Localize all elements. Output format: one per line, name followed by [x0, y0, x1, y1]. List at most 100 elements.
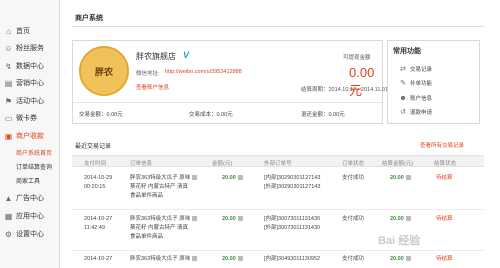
watermark: Bai 经验 [378, 235, 421, 247]
settle-amount: 20.00 [390, 215, 411, 224]
settle-tag-icon [405, 216, 411, 222]
table-header: 支付时间 订单信息 金额(元) 外部订单号 订单状态 结算金额(元) 结算状态 [72, 155, 484, 167]
order-status: 支付成功 [342, 216, 365, 222]
settle-status[interactable]: 待结算 [436, 174, 453, 183]
order-amount: 20.00 [222, 255, 243, 264]
sidebar-item-apps[interactable]: ▦ 应用中心 [4, 211, 44, 221]
user-icon: ☺ [4, 43, 13, 53]
sidebar-item-label: 设置中心 [16, 231, 44, 238]
view-all-transactions-link[interactable]: 查看所有交易记录 [420, 141, 464, 149]
shop-logo-text: 胖农 [94, 66, 113, 77]
doc-icon: ▤ [4, 78, 13, 88]
column-header: 订单状态 [342, 161, 365, 167]
shop-url-link[interactable]: http://weibo.com/u/3953412888 [165, 69, 242, 75]
sidebar-item-label: 营销中心 [16, 80, 44, 87]
table-row: 2014-10-27 胖农363特级大瓜子 原味 20.00 [内部]30493… [72, 252, 484, 268]
settlement-period: 结算周期：2014.10.17 - 2014.11.01 [301, 87, 389, 93]
func-transactions[interactable]: ⇄ 交易记录 [399, 65, 432, 73]
item-tag-icon [192, 256, 198, 262]
sidebar-item-marketing[interactable]: ▤ 营销中心 [4, 78, 44, 88]
ad-icon: ▲ [4, 193, 13, 203]
column-header: 金额(元) [212, 161, 233, 167]
exchange-icon: ⇄ [400, 66, 406, 73]
sidebar-item-label: 数据中心 [16, 63, 44, 70]
trade-amount: 交易金额：0.00元 [79, 112, 123, 118]
shop-url-label: 微信地址: [136, 71, 160, 77]
order-status: 支付成功 [342, 175, 365, 181]
pay-time: 2014-10-29 00:20:15 [84, 175, 113, 190]
sidebar-subitem-merchant-tools[interactable]: 商家工具 [16, 176, 40, 185]
amount-tag-icon [237, 216, 243, 222]
func-label: 账户信息 [410, 96, 433, 102]
settle-amount: 20.00 [390, 174, 411, 183]
balance-value: 0.00元 [349, 65, 375, 98]
func-label: 退款申请 [410, 110, 433, 116]
settle-amount: 20.00 [390, 255, 411, 264]
sidebar-subitem-merchant-home[interactable]: 商户系统首页 [16, 148, 52, 157]
common-functions-panel: 常用功能 ⇄ 交易记录 ✎ 补单功能 ☻ 账户信息 ↺ 退款申请 [387, 40, 480, 124]
sidebar-item-settings[interactable]: ⚙ 设置中心 [4, 229, 44, 239]
shop-name: 胖农旗舰店 [136, 52, 176, 61]
recent-transactions-title: 最近交易记录 [75, 144, 112, 150]
chart-icon: ↯ [5, 61, 12, 71]
sidebar-item-ads[interactable]: ▲ 广告中心 [4, 193, 44, 203]
order-info: 胖农363特级大瓜子 原味 葵花籽 内蒙古特产 清真 食品单件商品 [130, 174, 198, 201]
column-header: 订单信息 [130, 161, 153, 167]
edit-icon: ✎ [400, 80, 406, 87]
main-content: 商户系统 胖农 胖农旗舰店 V 微信地址: http://weibo.com/u… [60, 0, 500, 268]
verified-icon: V [183, 50, 190, 60]
balance-label: 可提现金额 [343, 55, 371, 61]
page-title: 商户系统 [75, 15, 103, 22]
external-order-no: [内部]30073011131430 [外部]30073011131430 [264, 216, 321, 231]
pay-time: 2014-10-27 [84, 256, 113, 262]
order-info: 胖农363特级大瓜子 原味 [130, 255, 198, 264]
apps-icon: ▦ [4, 211, 13, 221]
column-header: 外部订单号 [264, 161, 292, 167]
flag-icon: ⚑ [4, 96, 13, 106]
order-status: 支付成功 [342, 256, 365, 262]
account-icon: ☻ [399, 94, 407, 102]
shop-logo: 胖农 [79, 46, 129, 96]
sidebar-subitem-order-settlement[interactable]: 订单结算查询 [16, 162, 52, 171]
order-info: 胖农363特级大瓜子 原味 葵花籽 内蒙古特产 清真 食品单件商品 [130, 215, 198, 242]
shop-card: 胖农 胖农旗舰店 V 微信地址: http://weibo.com/u/3953… [72, 40, 388, 124]
sidebar-item-label: 应用中心 [16, 213, 44, 220]
sidebar-item-label: 粉丝服务 [16, 45, 44, 52]
sidebar-item-coupons[interactable]: ▭ 微卡券 [4, 113, 37, 123]
settle-tag-icon [405, 256, 411, 262]
view-account-link[interactable]: 查看账户信息 [136, 83, 169, 91]
card-icon: ▭ [4, 113, 13, 123]
refund-icon: ↺ [400, 109, 406, 116]
refund-amount: 退还金额：0.00元 [301, 112, 345, 118]
sidebar-item-label: 活动中心 [16, 98, 44, 105]
sidebar-item-label: 商户收款 [16, 133, 44, 140]
sidebar-item-label: 首页 [16, 28, 30, 35]
settings-icon: ⚙ [4, 229, 13, 239]
pay-time: 2014-10-27 11:42:49 [84, 216, 113, 231]
sidebar-item-label: 广告中心 [16, 195, 44, 202]
amount-tag-icon [237, 175, 243, 181]
func-account[interactable]: ☻ 账户信息 [399, 94, 433, 103]
home-icon: ⌂ [6, 26, 11, 36]
external-order-no: [内部]30493011130952 [264, 256, 321, 262]
functions-title: 常用功能 [393, 48, 421, 55]
column-header: 结算金额(元) [382, 161, 414, 167]
sidebar-item-data[interactable]: ↯ 数据中心 [4, 61, 44, 71]
func-refund[interactable]: ↺ 退款申请 [399, 108, 432, 116]
table-row: 2014-10-29 00:20:15 胖农363特级大瓜子 原味 葵花籽 内蒙古特… [72, 170, 484, 210]
sidebar-item-label: 微卡券 [16, 115, 37, 122]
settle-status[interactable]: 待结算 [436, 255, 453, 264]
item-tag-icon [192, 216, 198, 222]
sidebar-item-home[interactable]: ⌂ 首页 [4, 26, 30, 36]
sidebar: ⌂ 首页 ☺ 粉丝服务 ↯ 数据中心 ▤ 营销中心 ⚑ 活动中心 ▭ 微卡券 ▣ 商户收款 商… [0, 0, 60, 268]
func-reissue[interactable]: ✎ 补单功能 [399, 79, 432, 87]
order-amount: 20.00 [222, 215, 243, 224]
settle-status[interactable]: 待结算 [436, 215, 453, 224]
settle-tag-icon [405, 175, 411, 181]
amount-tag-icon [237, 256, 243, 262]
sidebar-item-merchant-payment[interactable]: ▣ 商户收款 [4, 131, 44, 141]
order-amount: 20.00 [222, 174, 243, 183]
item-tag-icon [192, 175, 198, 181]
sidebar-item-fans[interactable]: ☺ 粉丝服务 [4, 43, 44, 53]
sidebar-item-activity[interactable]: ⚑ 活动中心 [4, 96, 44, 106]
